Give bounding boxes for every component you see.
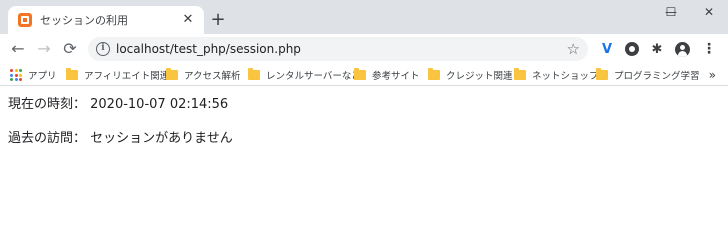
folder-icon <box>596 68 608 80</box>
circle-icon <box>625 42 639 56</box>
v-extension-icon[interactable]: V <box>598 40 616 58</box>
bookmark-label: クレジット関連 <box>446 71 513 82</box>
bookmark-label: ネットショップ <box>532 71 599 82</box>
bookmark-label: アクセス解析 <box>184 71 241 82</box>
puzzle-icon: ✱ <box>651 41 663 57</box>
bookmark-folder[interactable]: アフィリエイト関連 <box>66 67 169 83</box>
tab-title: セッションの利用 <box>40 14 128 27</box>
folder-icon <box>428 68 440 80</box>
new-tab-button[interactable]: + <box>208 10 228 30</box>
past-visit-text: 過去の訪問： セッションがありません <box>8 131 233 146</box>
bookmarks-bar: アプリ アフィリエイト関連 アクセス解析 レンタルサーバーなど 参考サイト クレ… <box>0 64 728 86</box>
page-content: 現在の時刻： 2020-10-07 02:14:56 過去の訪問： セッションが… <box>8 96 233 148</box>
bookmark-label: アプリ <box>28 71 57 82</box>
bookmark-label: プログラミング学習 <box>614 71 700 82</box>
kebab-menu-icon: ⋮ <box>702 41 716 57</box>
folder-icon <box>354 68 366 80</box>
bookmark-folder[interactable]: プログラミング学習 <box>596 67 700 83</box>
more-bookmarks-button[interactable]: » <box>709 67 716 83</box>
close-window-button[interactable]: ✕ <box>690 4 728 20</box>
browser-toolbar: ← → ⟳ i localhost/test_php/session.php ☆… <box>0 34 728 64</box>
bookmark-folder[interactable]: クレジット関連 <box>428 67 513 83</box>
profile-avatar-icon <box>674 41 690 57</box>
url-text[interactable]: localhost/test_php/session.php <box>116 41 301 57</box>
apps-icon <box>10 69 22 81</box>
chrome-menu-button[interactable]: ⋮ <box>700 40 718 58</box>
folder-icon <box>248 68 260 80</box>
tab-strip: セッションの利用 ✕ + — ☐ ✕ <box>0 0 728 34</box>
bookmark-star-icon[interactable]: ☆ <box>567 40 580 58</box>
forward-button[interactable]: → <box>34 39 54 59</box>
active-tab[interactable]: セッションの利用 ✕ <box>8 6 204 34</box>
xampp-favicon-icon <box>18 13 32 27</box>
tab-close-icon[interactable]: ✕ <box>180 12 196 28</box>
bookmark-label: 参考サイト <box>372 71 420 82</box>
bookmark-label: レンタルサーバーなど <box>266 71 361 82</box>
maximize-button[interactable]: ☐ <box>652 4 690 20</box>
folder-icon <box>514 68 526 80</box>
extensions-puzzle-icon[interactable]: ✱ <box>648 40 666 58</box>
minimize-icon <box>613 4 651 20</box>
site-info-icon[interactable]: i <box>96 42 110 56</box>
bookmark-label: アフィリエイト関連 <box>84 71 170 82</box>
bookmark-folder[interactable]: レンタルサーバーなど <box>248 67 361 83</box>
bookmark-folder[interactable]: ネットショップ <box>514 67 599 83</box>
bookmark-folder[interactable]: アクセス解析 <box>166 67 241 83</box>
bookmark-folder[interactable]: 参考サイト <box>354 67 420 83</box>
folder-icon <box>166 68 178 80</box>
folder-icon <box>66 68 78 80</box>
v-extension-label: V <box>601 41 613 57</box>
current-time-text: 現在の時刻： 2020-10-07 02:14:56 <box>8 97 229 112</box>
reload-button[interactable]: ⟳ <box>60 39 80 59</box>
address-bar[interactable]: i localhost/test_php/session.php ☆ <box>88 37 588 61</box>
profile-button[interactable] <box>673 40 691 58</box>
extension-round-icon[interactable] <box>623 40 641 58</box>
bookmark-apps[interactable]: アプリ <box>10 67 57 83</box>
back-button[interactable]: ← <box>8 39 28 59</box>
